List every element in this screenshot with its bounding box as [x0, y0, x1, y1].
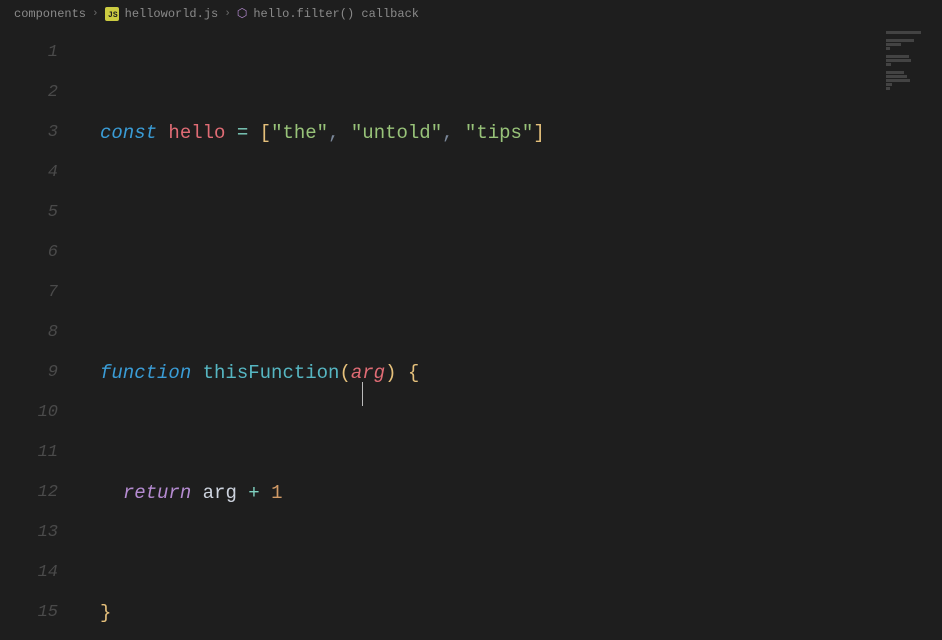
line-number: 7 [0, 273, 58, 313]
line-number: 3 [0, 113, 58, 153]
code-line[interactable]: } [78, 593, 942, 633]
breadcrumb[interactable]: components › JS helloworld.js › ⬡ hello.… [0, 3, 942, 25]
line-number: 13 [0, 513, 58, 553]
active-tab-indicator [0, 0, 120, 3]
minimap[interactable] [886, 31, 936, 91]
code-editor[interactable]: 1 2 3 4 5 6 7 8 9 10 11 12 13 14 15 cons… [0, 25, 942, 640]
line-number: 2 [0, 73, 58, 113]
line-number: 8 [0, 313, 58, 353]
javascript-file-icon: JS [105, 7, 119, 21]
code-line[interactable]: function thisFunction(arg) { [78, 353, 942, 393]
line-number-gutter: 1 2 3 4 5 6 7 8 9 10 11 12 13 14 15 [0, 25, 78, 640]
line-number: 11 [0, 433, 58, 473]
line-number: 14 [0, 553, 58, 593]
breadcrumb-folder[interactable]: components [14, 7, 86, 21]
chevron-right-icon: › [224, 8, 231, 20]
code-content[interactable]: const hello = ["the", "untold", "tips"] … [78, 25, 942, 640]
breadcrumb-symbol[interactable]: hello.filter() callback [253, 7, 419, 21]
symbol-method-icon: ⬡ [237, 6, 247, 21]
code-line[interactable]: return arg + 1 [78, 473, 942, 513]
breadcrumb-file[interactable]: helloworld.js [125, 7, 219, 21]
code-line[interactable] [78, 233, 942, 273]
line-number: 6 [0, 233, 58, 273]
line-number: 9 [0, 353, 58, 393]
line-number: 10 [0, 393, 58, 433]
line-number: 15 [0, 593, 58, 633]
line-number: 4 [0, 153, 58, 193]
code-line[interactable]: const hello = ["the", "untold", "tips"] [78, 113, 942, 153]
line-number: 12 [0, 473, 58, 513]
line-number: 1 [0, 33, 58, 73]
line-number: 5 [0, 193, 58, 233]
chevron-right-icon: › [92, 8, 99, 20]
